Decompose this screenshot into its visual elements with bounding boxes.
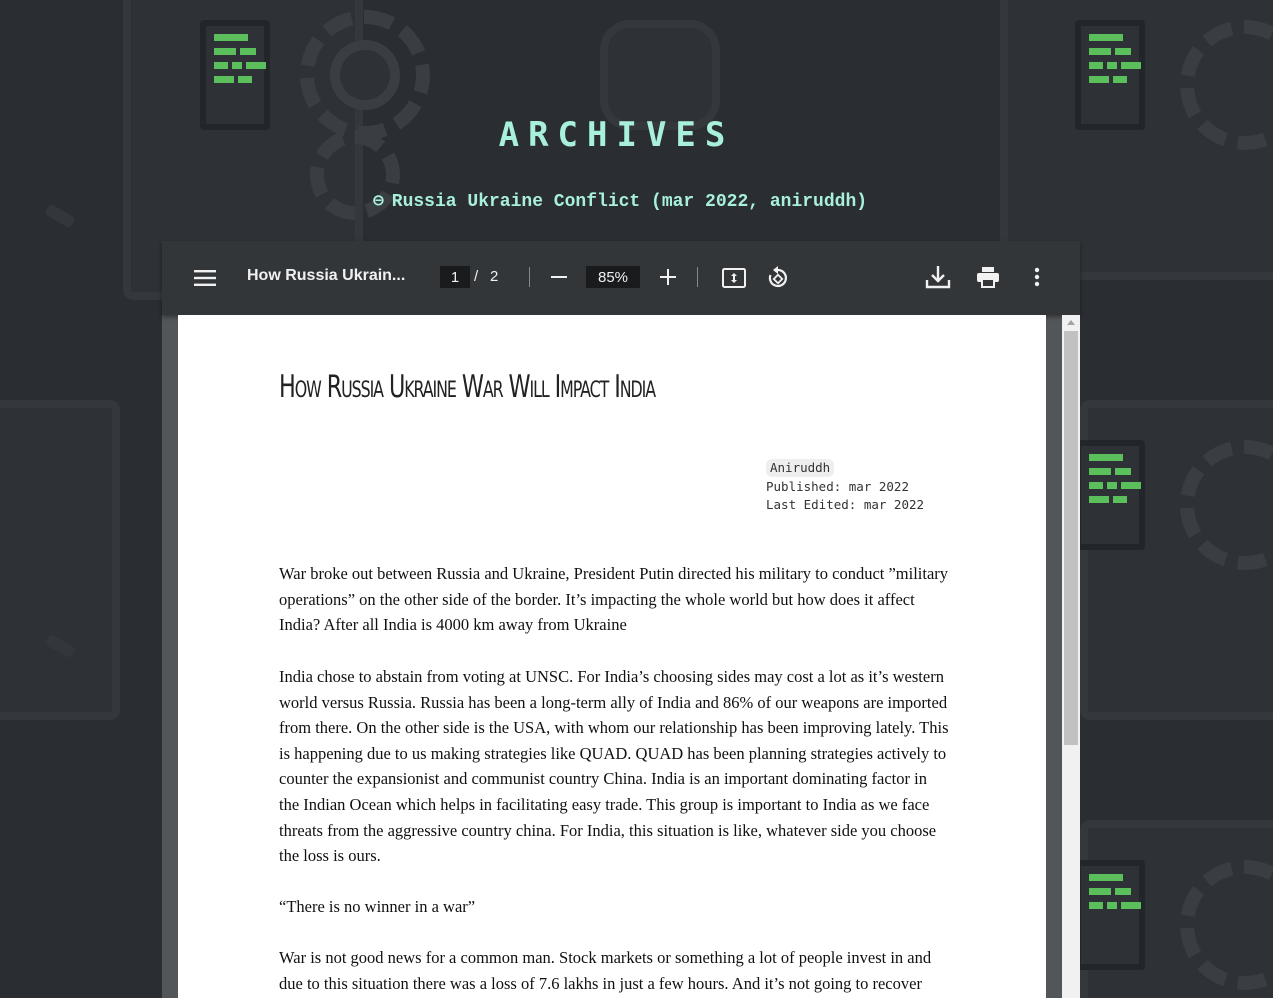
download-icon[interactable]	[922, 261, 954, 293]
more-options-icon[interactable]	[1024, 261, 1050, 293]
zoom-in-icon[interactable]	[654, 263, 682, 291]
published-date: Published: mar 2022	[766, 479, 909, 494]
document-title: How Russia Ukrain...	[247, 267, 406, 284]
bg-machine-panel	[0, 400, 120, 720]
menu-icon[interactable]	[190, 263, 220, 293]
rotate-icon[interactable]	[763, 263, 793, 293]
collapse-circle-icon: ⊖	[372, 192, 384, 212]
last-edited-date: Last Edited: mar 2022	[766, 497, 925, 512]
total-pages: 2	[490, 268, 499, 285]
page-separator: /	[474, 268, 479, 285]
document-heading: How Russia Ukraine War Will Impact India	[279, 369, 656, 405]
paragraph: “There is no winner in a war”	[279, 897, 476, 916]
pdf-toolbar: How Russia Ukrain... / 2	[162, 241, 1080, 315]
zoom-out-icon[interactable]	[545, 263, 573, 291]
fit-page-icon[interactable]	[719, 263, 749, 293]
scrollbar[interactable]	[1062, 315, 1080, 998]
pdf-page: How Russia Ukraine War Will Impact India…	[178, 315, 1046, 998]
zoom-level-input[interactable]	[586, 266, 640, 288]
toolbar-divider	[529, 267, 530, 287]
print-icon[interactable]	[972, 261, 1004, 293]
toolbar-divider	[697, 267, 698, 287]
archive-entry[interactable]: ⊖ Russia Ukraine Conflict (mar 2022, anir…	[0, 190, 1240, 212]
author-badge: Aniruddh	[766, 459, 835, 477]
scroll-up-icon[interactable]	[1062, 315, 1080, 329]
bg-terminal-icon	[1075, 860, 1145, 970]
paragraph: War broke out between Russia and Ukraine…	[279, 564, 949, 635]
paragraph: India chose to abstain from voting at UN…	[279, 667, 949, 866]
page-number-input[interactable]	[440, 266, 470, 288]
bg-gear-hub-icon	[330, 40, 400, 110]
page-title: ARCHIVES	[498, 115, 735, 155]
document-area[interactable]: How Russia Ukraine War Will Impact India…	[162, 315, 1062, 998]
paragraph: War is not good news for a common man. S…	[279, 948, 932, 993]
bg-terminal-icon	[1075, 20, 1145, 130]
archive-entry-label: Russia Ukraine Conflict (mar 2022, aniru…	[391, 192, 868, 212]
document-meta: Aniruddh Published: mar 2022 Last Edited…	[766, 459, 924, 514]
bg-terminal-icon	[200, 20, 270, 130]
scroll-thumb[interactable]	[1064, 331, 1078, 745]
bg-terminal-icon	[1075, 440, 1145, 550]
bg-robot-head	[600, 20, 720, 130]
pdf-viewer: How Russia Ukrain... / 2 How Russia	[162, 241, 1080, 998]
